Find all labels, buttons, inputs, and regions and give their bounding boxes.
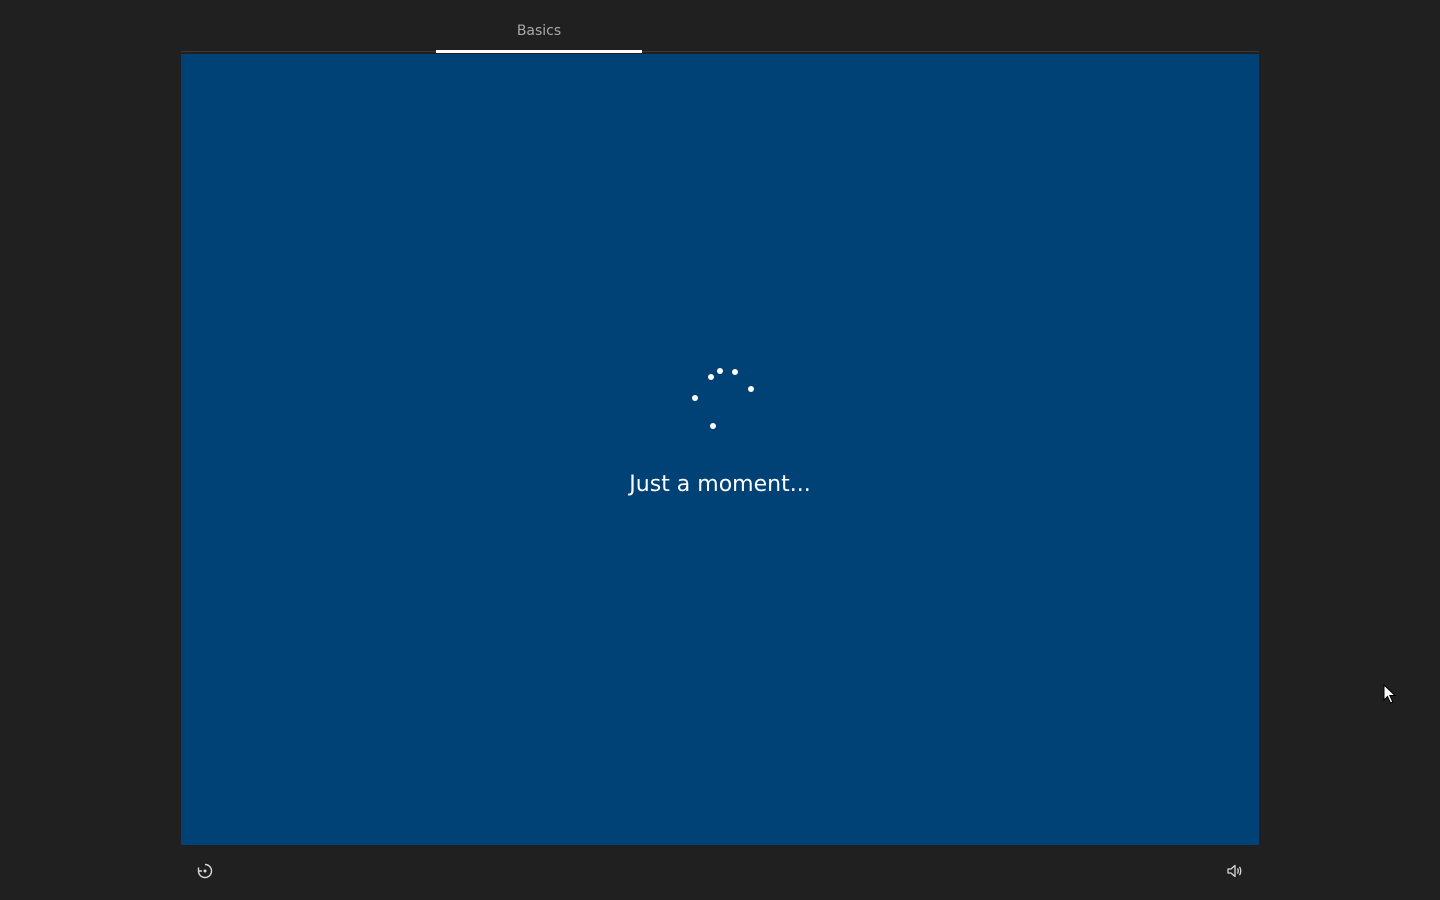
spinner-dot xyxy=(710,423,716,429)
spinner-dot xyxy=(748,386,754,392)
tab-track xyxy=(181,51,1259,52)
spinner-dot xyxy=(692,395,698,401)
loading-spinner xyxy=(686,365,756,435)
tab-basics-label: Basics xyxy=(516,23,562,39)
spinner-dot xyxy=(732,369,738,375)
main-panel: Just a moment... xyxy=(181,54,1259,845)
ease-of-access-icon xyxy=(197,863,213,879)
active-tab-indicator xyxy=(436,50,642,53)
oobe-screen: Basics Just a moment... xyxy=(0,0,1440,900)
spinner-dot xyxy=(708,374,714,380)
volume-icon xyxy=(1227,864,1242,878)
mouse-cursor-icon xyxy=(1383,684,1397,704)
volume-button[interactable] xyxy=(1221,857,1249,885)
ease-of-access-button[interactable] xyxy=(191,857,219,885)
spinner-dot xyxy=(717,368,723,374)
setup-progress-tabs: Basics xyxy=(181,0,1259,54)
status-message: Just a moment... xyxy=(629,472,811,497)
tab-basics: Basics xyxy=(436,0,642,54)
